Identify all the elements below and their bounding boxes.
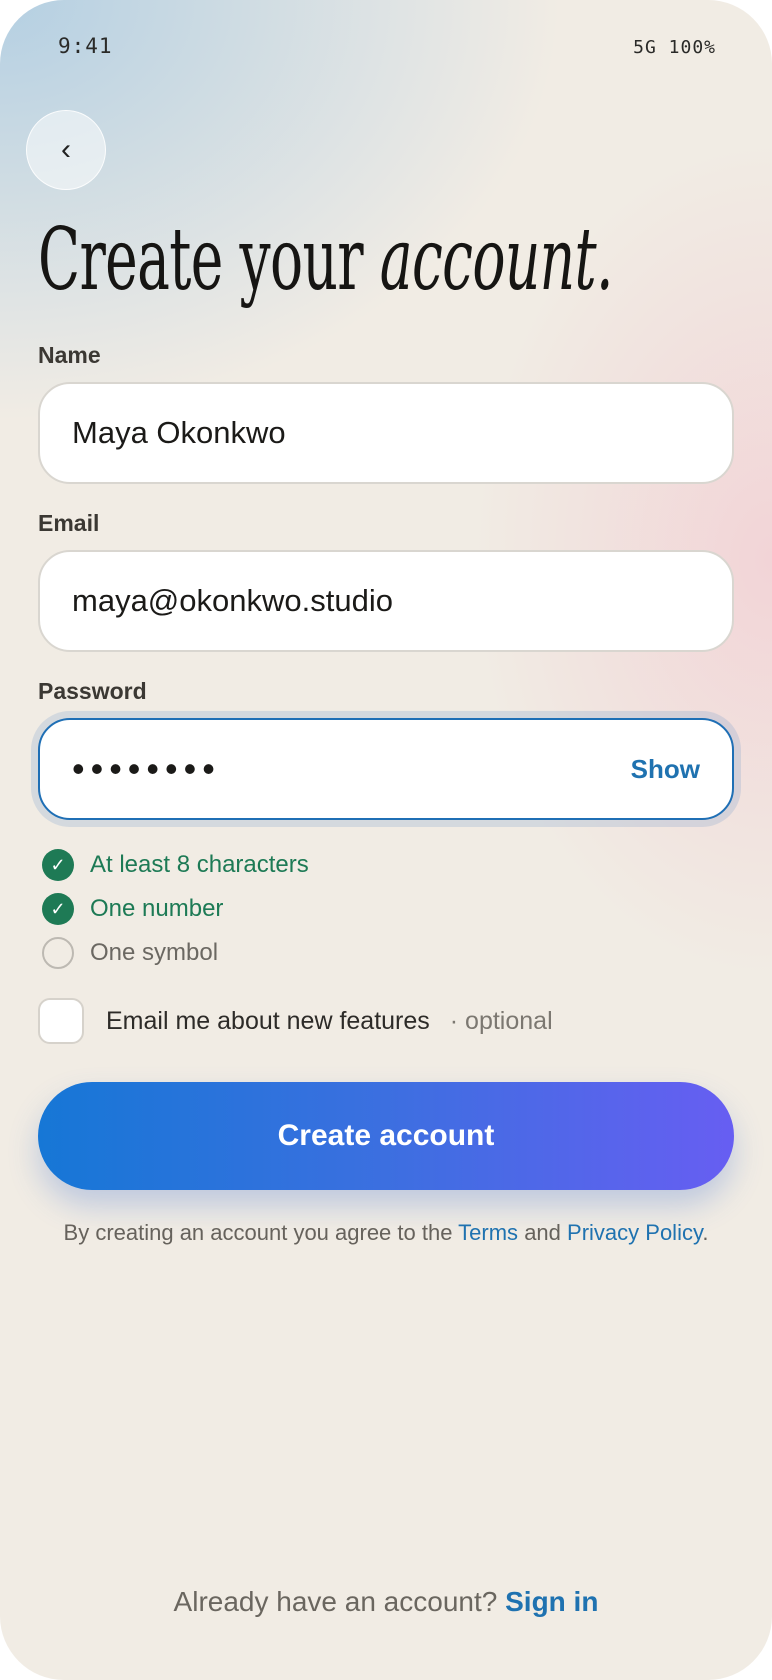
email-value: maya@okonkwo.studio — [72, 583, 393, 618]
check-circle-icon: ✓ — [42, 849, 74, 881]
terms-link[interactable]: Terms — [458, 1220, 518, 1245]
show-password-button[interactable]: Show — [631, 754, 700, 785]
name-label: Name — [38, 342, 101, 368]
terms-prefix: By creating an account you agree to the — [63, 1220, 453, 1245]
rule-text: One number — [90, 895, 224, 922]
password-field[interactable]: •••••••• Show — [38, 718, 734, 820]
marketing-optin: Email me about new features · optional — [38, 998, 553, 1044]
marketing-checkbox[interactable] — [38, 998, 84, 1044]
terms-suffix: . — [702, 1220, 709, 1245]
battery-indicator: 100% — [668, 37, 716, 58]
signin-prompt-text: Already have an account? — [173, 1586, 498, 1617]
chevron-left-icon: ‹ — [61, 133, 71, 166]
network-indicator: 5G — [633, 37, 657, 58]
create-account-button[interactable]: Create account — [38, 1082, 734, 1190]
signin-prompt: Already have an account? Sign in — [0, 1586, 772, 1618]
password-value: •••••••• — [72, 748, 221, 789]
password-label: Password — [38, 678, 147, 704]
privacy-policy-link[interactable]: Privacy Policy — [567, 1220, 702, 1245]
name-value: Maya Okonkwo — [72, 415, 286, 450]
password-rule-symbol: One symbol — [42, 937, 218, 969]
check-circle-icon: ✓ — [42, 893, 74, 925]
optional-hint: · optional — [449, 1006, 553, 1035]
back-button[interactable]: ‹ — [26, 110, 106, 190]
status-time: 9:41 — [58, 34, 113, 58]
password-rule-length: ✓ At least 8 characters — [42, 849, 309, 881]
status-indicators: 5G 100% — [633, 34, 716, 58]
email-field[interactable]: maya@okonkwo.studio — [38, 550, 734, 652]
rule-text: At least 8 characters — [90, 851, 309, 878]
page-title: Create your account. — [38, 205, 613, 315]
terms-notice: By creating an account you agree to the … — [0, 1220, 772, 1246]
create-account-button-label: Create account — [277, 1119, 495, 1152]
rule-text: One symbol — [90, 939, 219, 966]
sign-in-link[interactable]: Sign in — [505, 1586, 598, 1617]
screen: 9:41 5G 100% ‹ Create your account. Name… — [0, 0, 772, 1680]
password-rule-number: ✓ One number — [42, 893, 223, 925]
name-field[interactable]: Maya Okonkwo — [38, 382, 734, 484]
page-title-prefix: Create your — [38, 210, 364, 310]
marketing-optin-label: Email me about new features — [106, 1006, 430, 1035]
status-bar: 9:41 5G 100% — [58, 34, 716, 58]
terms-conjunction: and — [524, 1220, 561, 1245]
email-label: Email — [38, 510, 100, 536]
empty-circle-icon — [42, 937, 74, 969]
page-title-emphasis: account. — [379, 210, 614, 310]
